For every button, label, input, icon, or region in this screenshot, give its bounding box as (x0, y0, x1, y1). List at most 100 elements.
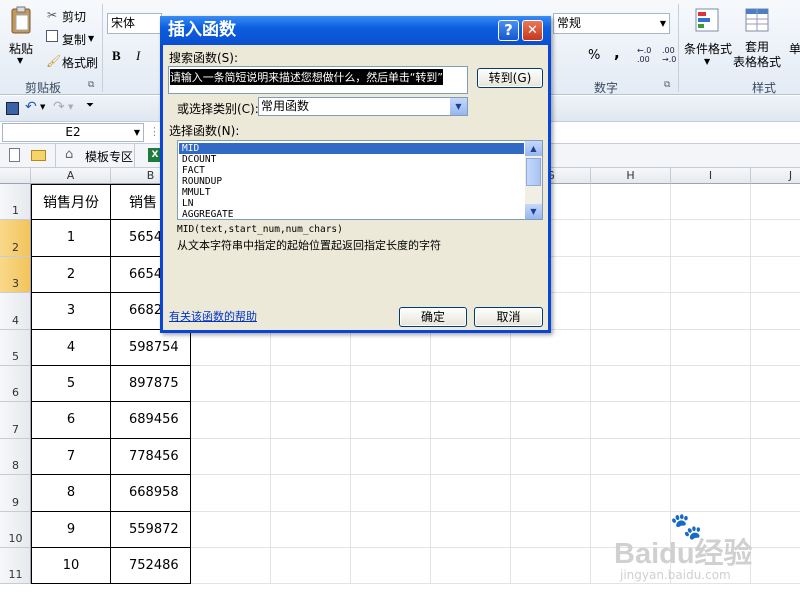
cell[interactable] (751, 330, 800, 366)
function-list-item[interactable]: FACT (179, 165, 524, 176)
cell[interactable] (351, 366, 431, 402)
undo-dropdown-icon[interactable]: ▼ (40, 103, 45, 111)
dialog-launcher-icon[interactable]: ⧉ (664, 80, 670, 90)
column-header[interactable]: A (31, 168, 111, 184)
cell[interactable] (431, 475, 511, 512)
cell[interactable] (591, 184, 671, 220)
cell[interactable] (751, 366, 800, 402)
format-painter-icon[interactable]: 🖌 (46, 54, 61, 68)
cell[interactable] (271, 512, 351, 548)
data-cell[interactable]: 2 (31, 257, 111, 293)
column-header[interactable]: H (591, 168, 671, 184)
row-header[interactable]: 8 (0, 439, 31, 475)
data-cell[interactable]: 9 (31, 512, 111, 548)
data-cell[interactable]: 5 (31, 366, 111, 402)
chevron-down-icon[interactable]: ▼ (660, 14, 666, 33)
paste-icon[interactable] (8, 6, 34, 36)
cell[interactable] (751, 402, 800, 439)
cell[interactable] (271, 366, 351, 402)
cell[interactable] (511, 330, 591, 366)
cell[interactable] (271, 475, 351, 512)
data-cell[interactable]: 668958 (111, 475, 191, 512)
cell[interactable] (431, 548, 511, 584)
category-select[interactable]: 常用函数 ▼ (258, 97, 468, 116)
row-header[interactable]: 4 (0, 293, 31, 330)
cell[interactable] (511, 475, 591, 512)
cell[interactable] (751, 184, 800, 220)
cell[interactable] (431, 439, 511, 475)
scroll-up-icon[interactable]: ▲ (525, 141, 542, 156)
cell[interactable] (671, 293, 751, 330)
column-header[interactable]: J (751, 168, 800, 184)
new-file-icon[interactable] (9, 148, 20, 162)
row-header[interactable]: 11 (0, 548, 31, 584)
cell[interactable] (751, 439, 800, 475)
copy-icon[interactable] (46, 30, 58, 42)
dialog-title-bar[interactable]: 插入函数 ? ✕ (160, 16, 551, 45)
row-header[interactable]: 9 (0, 475, 31, 512)
cell[interactable] (591, 402, 671, 439)
select-all-corner[interactable] (0, 168, 31, 184)
cell[interactable] (591, 257, 671, 293)
function-help-link[interactable]: 有关该函数的帮助 (169, 308, 257, 324)
cell[interactable] (191, 512, 271, 548)
row-header[interactable]: 6 (0, 366, 31, 402)
cell[interactable] (271, 548, 351, 584)
copy-dropdown-icon[interactable]: ▼ (88, 34, 94, 43)
help-button[interactable]: ? (498, 20, 519, 41)
cell[interactable] (671, 402, 751, 439)
save-icon[interactable] (6, 102, 19, 115)
decrease-decimal-button[interactable]: .00 →.0 (662, 46, 676, 64)
row-header[interactable]: 2 (0, 220, 31, 257)
row-header[interactable]: 5 (0, 330, 31, 366)
column-header[interactable]: I (671, 168, 751, 184)
scroll-thumb[interactable] (526, 158, 541, 186)
font-name-select[interactable]: 宋体 (107, 13, 162, 34)
customize-qat-icon[interactable]: ⏷ (86, 100, 94, 111)
name-box[interactable]: E2 ▼ (2, 123, 144, 142)
conditional-format-icon[interactable] (694, 7, 722, 35)
cell[interactable] (671, 330, 751, 366)
function-list-item[interactable]: DCOUNT (179, 154, 524, 165)
cell[interactable] (511, 512, 591, 548)
data-cell[interactable]: 10 (31, 548, 111, 584)
data-cell[interactable]: 7 (31, 439, 111, 475)
cut-icon[interactable]: ✂ (47, 8, 57, 22)
number-format-select[interactable]: 常规 ▼ (553, 13, 670, 34)
cell[interactable] (591, 220, 671, 257)
data-cell[interactable]: 8 (31, 475, 111, 512)
cell[interactable] (431, 330, 511, 366)
cell[interactable] (591, 366, 671, 402)
cell[interactable] (591, 293, 671, 330)
cell[interactable] (431, 402, 511, 439)
folder-icon[interactable] (31, 150, 46, 161)
row-header[interactable]: 1 (0, 184, 31, 220)
redo-dropdown-icon[interactable]: ▼ (68, 103, 73, 111)
cell[interactable] (671, 475, 751, 512)
cell[interactable] (431, 366, 511, 402)
cell[interactable] (351, 439, 431, 475)
cell[interactable] (191, 475, 271, 512)
cell[interactable] (751, 475, 800, 512)
table-format-icon[interactable] (744, 7, 772, 35)
cell[interactable] (511, 548, 591, 584)
data-cell[interactable]: 4 (31, 330, 111, 366)
cell[interactable] (351, 548, 431, 584)
cell[interactable] (191, 548, 271, 584)
header-cell[interactable]: 销售月份 (31, 184, 111, 220)
data-cell[interactable]: 3 (31, 293, 111, 330)
data-cell[interactable]: 559872 (111, 512, 191, 548)
redo-icon[interactable]: ↷ (53, 99, 65, 115)
row-header[interactable]: 3 (0, 257, 31, 293)
function-list-item[interactable]: AGGREGATE (179, 209, 524, 219)
table-format-button[interactable]: 套用 表格格式 (733, 40, 781, 70)
cell[interactable] (191, 402, 271, 439)
dialog-launcher-icon[interactable]: ⧉ (88, 80, 94, 90)
increase-decimal-button[interactable]: ←.0 .00 (637, 46, 651, 64)
function-list[interactable]: MID DCOUNT FACT ROUNDUP MMULT LN AGGREGATE ▲ ▼ (177, 140, 543, 220)
data-cell[interactable]: 598754 (111, 330, 191, 366)
close-button[interactable]: ✕ (522, 20, 543, 41)
cell[interactable] (671, 257, 751, 293)
cell[interactable] (671, 366, 751, 402)
comma-button[interactable]: , (614, 44, 620, 62)
